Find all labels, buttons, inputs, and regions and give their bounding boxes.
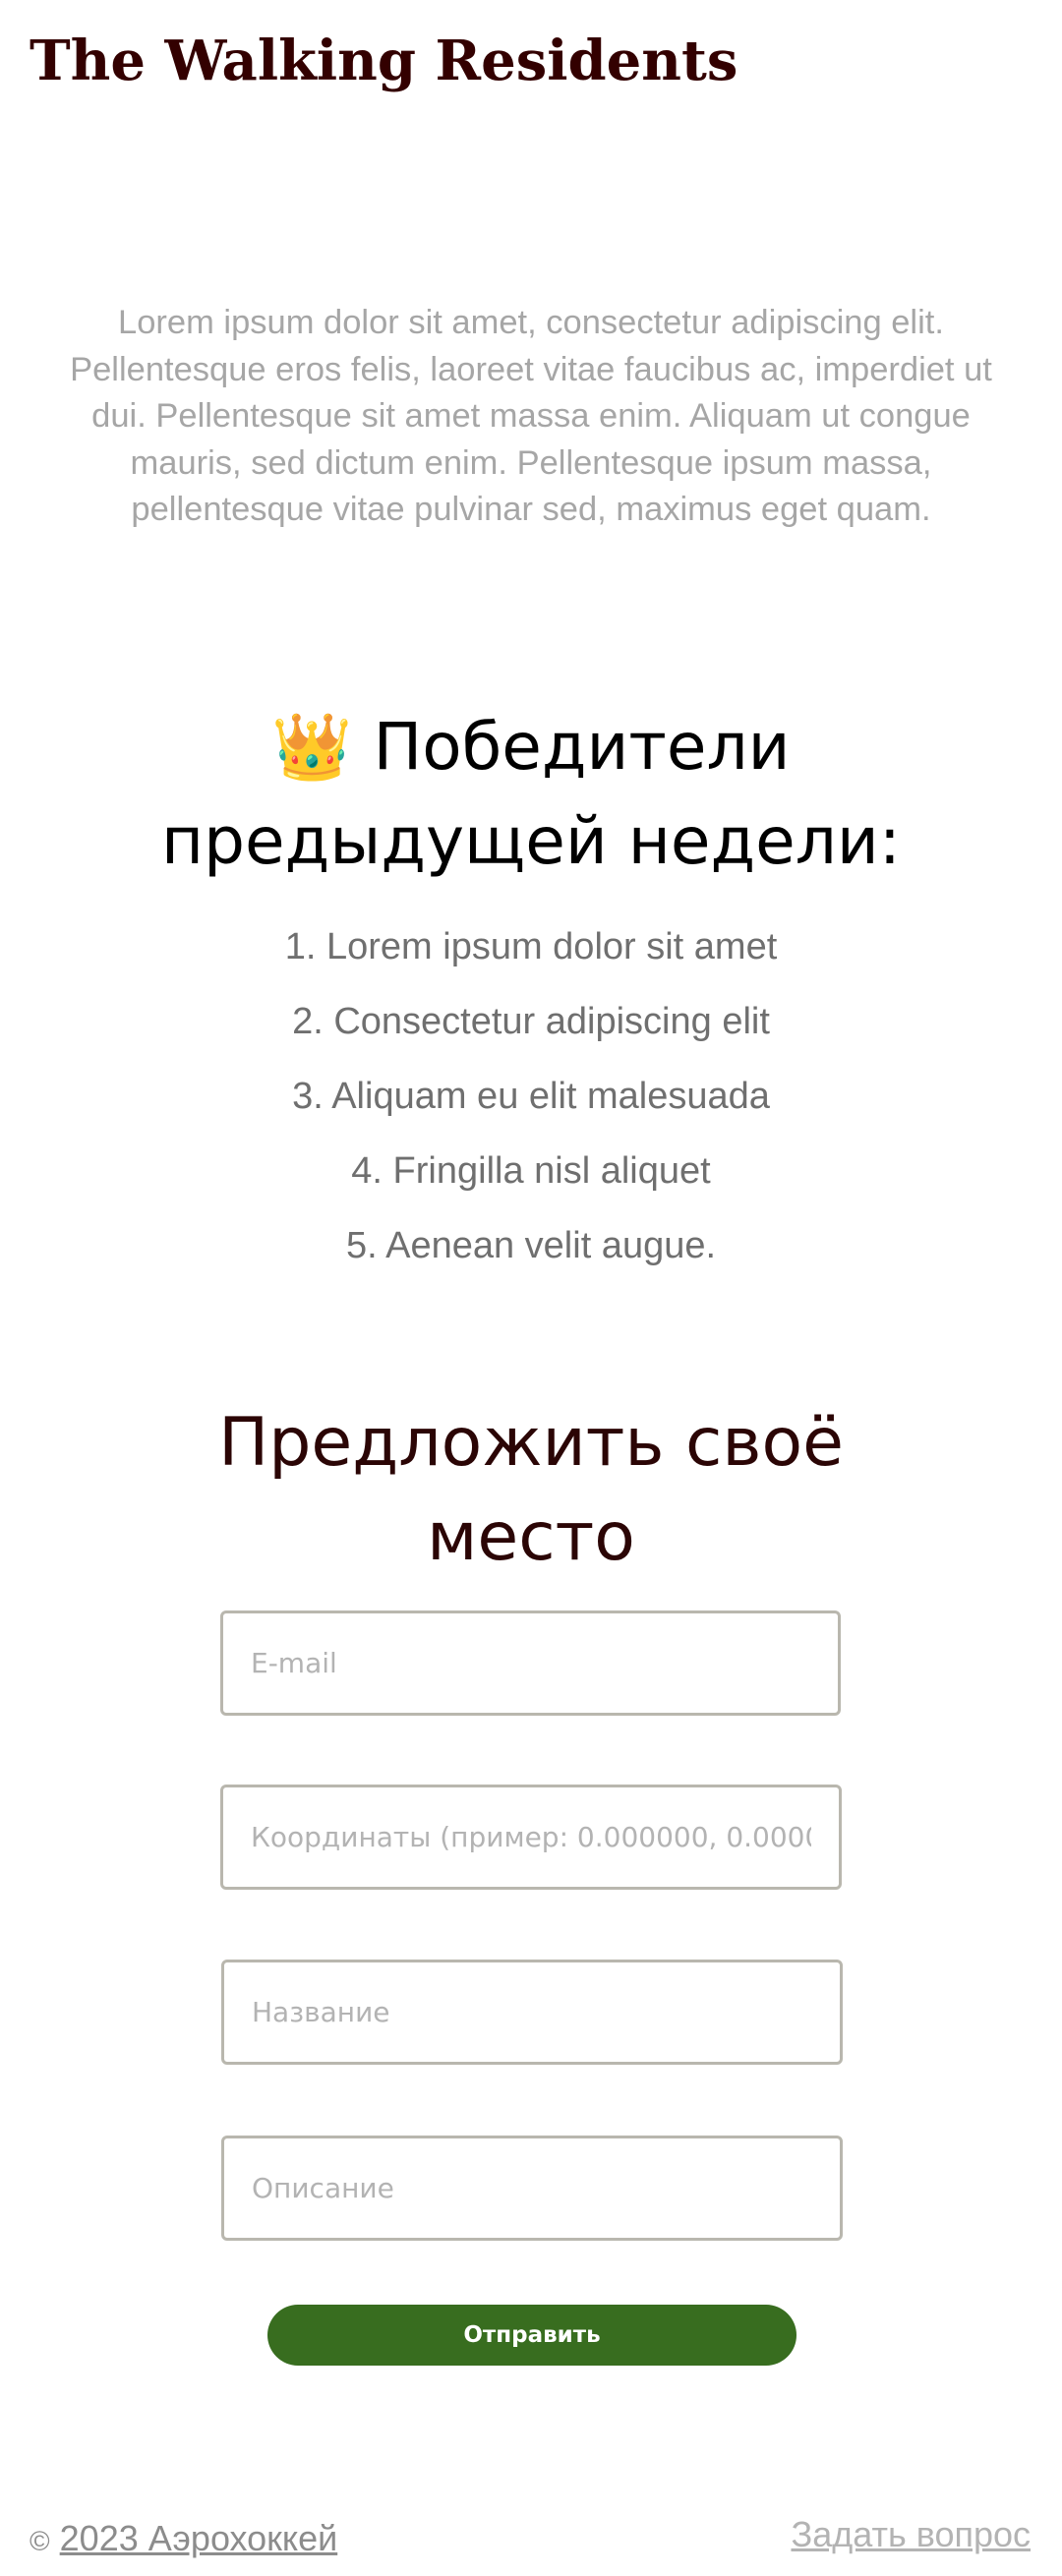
list-item: 2. Consectetur adipiscing elit (292, 1001, 770, 1042)
winners-heading: 👑 Победители предыдущей недели: (88, 700, 974, 889)
copyright-link[interactable]: 2023 Аэрохоккей (60, 2518, 338, 2558)
place-name-field[interactable] (221, 1960, 843, 2065)
ask-question-link[interactable]: Задать вопрос (791, 2513, 1031, 2556)
list-item: 3. Aliquam eu elit malesuada (292, 1076, 770, 1117)
copyright-icon: © (30, 2526, 50, 2556)
site-title: The Walking Residents (30, 29, 738, 93)
list-item: 1. Lorem ipsum dolor sit amet (284, 926, 778, 967)
list-item: 4. Fringilla nisl aliquet (351, 1150, 711, 1192)
list-item: 5. Aenean velit augue. (345, 1225, 717, 1266)
submit-button[interactable]: Отправить (267, 2305, 796, 2366)
intro-paragraph: Lorem ipsum dolor sit amet, consectetur … (70, 304, 992, 528)
crown-icon: 👑 (271, 709, 353, 785)
suggest-place-heading: Предложить своё место (218, 1404, 844, 1576)
description-field[interactable] (221, 2136, 843, 2241)
winners-list: 1. Lorem ipsum dolor sit amet 2. Consect… (0, 909, 1062, 1283)
footer-copyright: © 2023 Аэрохоккей (30, 2517, 337, 2563)
email-field[interactable] (220, 1610, 841, 1716)
coordinates-field[interactable] (220, 1785, 842, 1890)
